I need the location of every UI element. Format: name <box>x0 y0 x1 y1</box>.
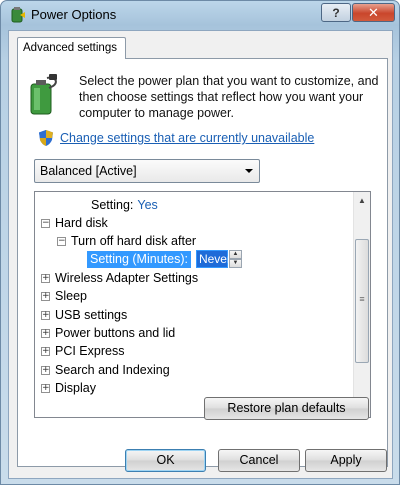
ok-button[interactable]: OK <box>125 449 206 472</box>
expand-toggle-icon[interactable]: + <box>41 291 50 301</box>
spin-up-icon[interactable]: ▲ <box>228 250 242 259</box>
advanced-settings-tree[interactable]: Setting: Yes − Hard disk − Turn off hard… <box>34 191 371 418</box>
tree-node-pci-express[interactable]: + PCI Express <box>41 342 124 360</box>
close-button[interactable]: ✕ <box>352 3 395 22</box>
cancel-button[interactable]: Cancel <box>218 449 300 472</box>
tree-node-label: Display <box>55 381 96 395</box>
title-bar[interactable]: Power Options ? ✕ <box>1 1 399 29</box>
expand-toggle-icon[interactable]: + <box>41 328 50 338</box>
tree-node-label: Hard disk <box>55 216 108 230</box>
power-options-window: Power Options ? ✕ Advanced settings Sele… <box>0 0 400 485</box>
tree-node-hard-disk[interactable]: − Hard disk <box>41 214 108 232</box>
setting-value-link[interactable]: Yes <box>137 198 157 212</box>
power-plan-dropdown[interactable]: Balanced [Active] <box>34 159 260 183</box>
chevron-down-icon <box>245 169 253 173</box>
scrollbar-thumb[interactable]: ≡ <box>355 239 369 363</box>
tree-node-power-buttons[interactable]: + Power buttons and lid <box>41 324 175 342</box>
collapse-toggle-icon[interactable]: − <box>41 218 50 228</box>
expand-toggle-icon[interactable]: + <box>41 273 50 283</box>
setting-label: Setting: <box>91 198 134 212</box>
tree-node-search-indexing[interactable]: + Search and Indexing <box>41 361 170 379</box>
power-plan-selected-value: Balanced [Active] <box>40 164 137 178</box>
minutes-setting-label: Setting (Minutes): <box>87 250 191 268</box>
tree-node-display[interactable]: + Display <box>41 379 96 397</box>
help-button[interactable]: ? <box>321 3 351 22</box>
tree-node-wireless-adapter[interactable]: + Wireless Adapter Settings <box>41 269 198 287</box>
minutes-spin-input[interactable]: Never <box>195 250 231 268</box>
spin-down-icon[interactable]: ▼ <box>228 259 242 268</box>
scroll-up-icon[interactable]: ▲ <box>354 192 370 209</box>
plan-description: Select the power plan that you want to c… <box>79 74 379 120</box>
dialog-client-area: Advanced settings Select the power plan … <box>8 30 393 479</box>
tree-node-label: Sleep <box>55 289 87 303</box>
expand-toggle-icon[interactable]: + <box>41 346 50 356</box>
tree-node-label: Search and Indexing <box>55 363 170 377</box>
restore-plan-defaults-button[interactable]: Restore plan defaults <box>204 397 369 420</box>
tree-node-label: Power buttons and lid <box>55 326 176 340</box>
uac-shield-icon <box>38 129 54 147</box>
tree-row-minutes-setting[interactable]: Setting (Minutes): Never ▲ ▼ <box>87 250 242 268</box>
tree-node-usb[interactable]: + USB settings <box>41 306 127 324</box>
tree-node-sleep[interactable]: + Sleep <box>41 287 87 305</box>
tree-node-label: USB settings <box>55 308 128 322</box>
window-title: Power Options <box>31 7 117 22</box>
tree-node-label: Wireless Adapter Settings <box>55 271 199 285</box>
apply-button[interactable]: Apply <box>305 449 387 472</box>
minutes-spinner[interactable]: ▲ ▼ <box>228 250 242 268</box>
expand-toggle-icon[interactable]: + <box>41 310 50 320</box>
tree-vertical-scrollbar[interactable]: ▲ ≡ ▼ <box>353 192 370 417</box>
change-unavailable-settings-link[interactable]: Change settings that are currently unava… <box>60 131 314 145</box>
tree-row-setting[interactable]: Setting: Yes <box>91 196 158 214</box>
battery-plug-icon <box>27 74 61 118</box>
collapse-toggle-icon[interactable]: − <box>57 236 66 246</box>
tree-node-turn-off-hard-disk[interactable]: − Turn off hard disk after <box>57 232 196 250</box>
expand-toggle-icon[interactable]: + <box>41 365 50 375</box>
tree-node-label: PCI Express <box>55 344 125 358</box>
tab-advanced-settings[interactable]: Advanced settings <box>17 37 126 59</box>
expand-toggle-icon[interactable]: + <box>41 383 50 393</box>
tree-node-label: Turn off hard disk after <box>71 234 197 248</box>
power-options-icon <box>9 6 27 24</box>
